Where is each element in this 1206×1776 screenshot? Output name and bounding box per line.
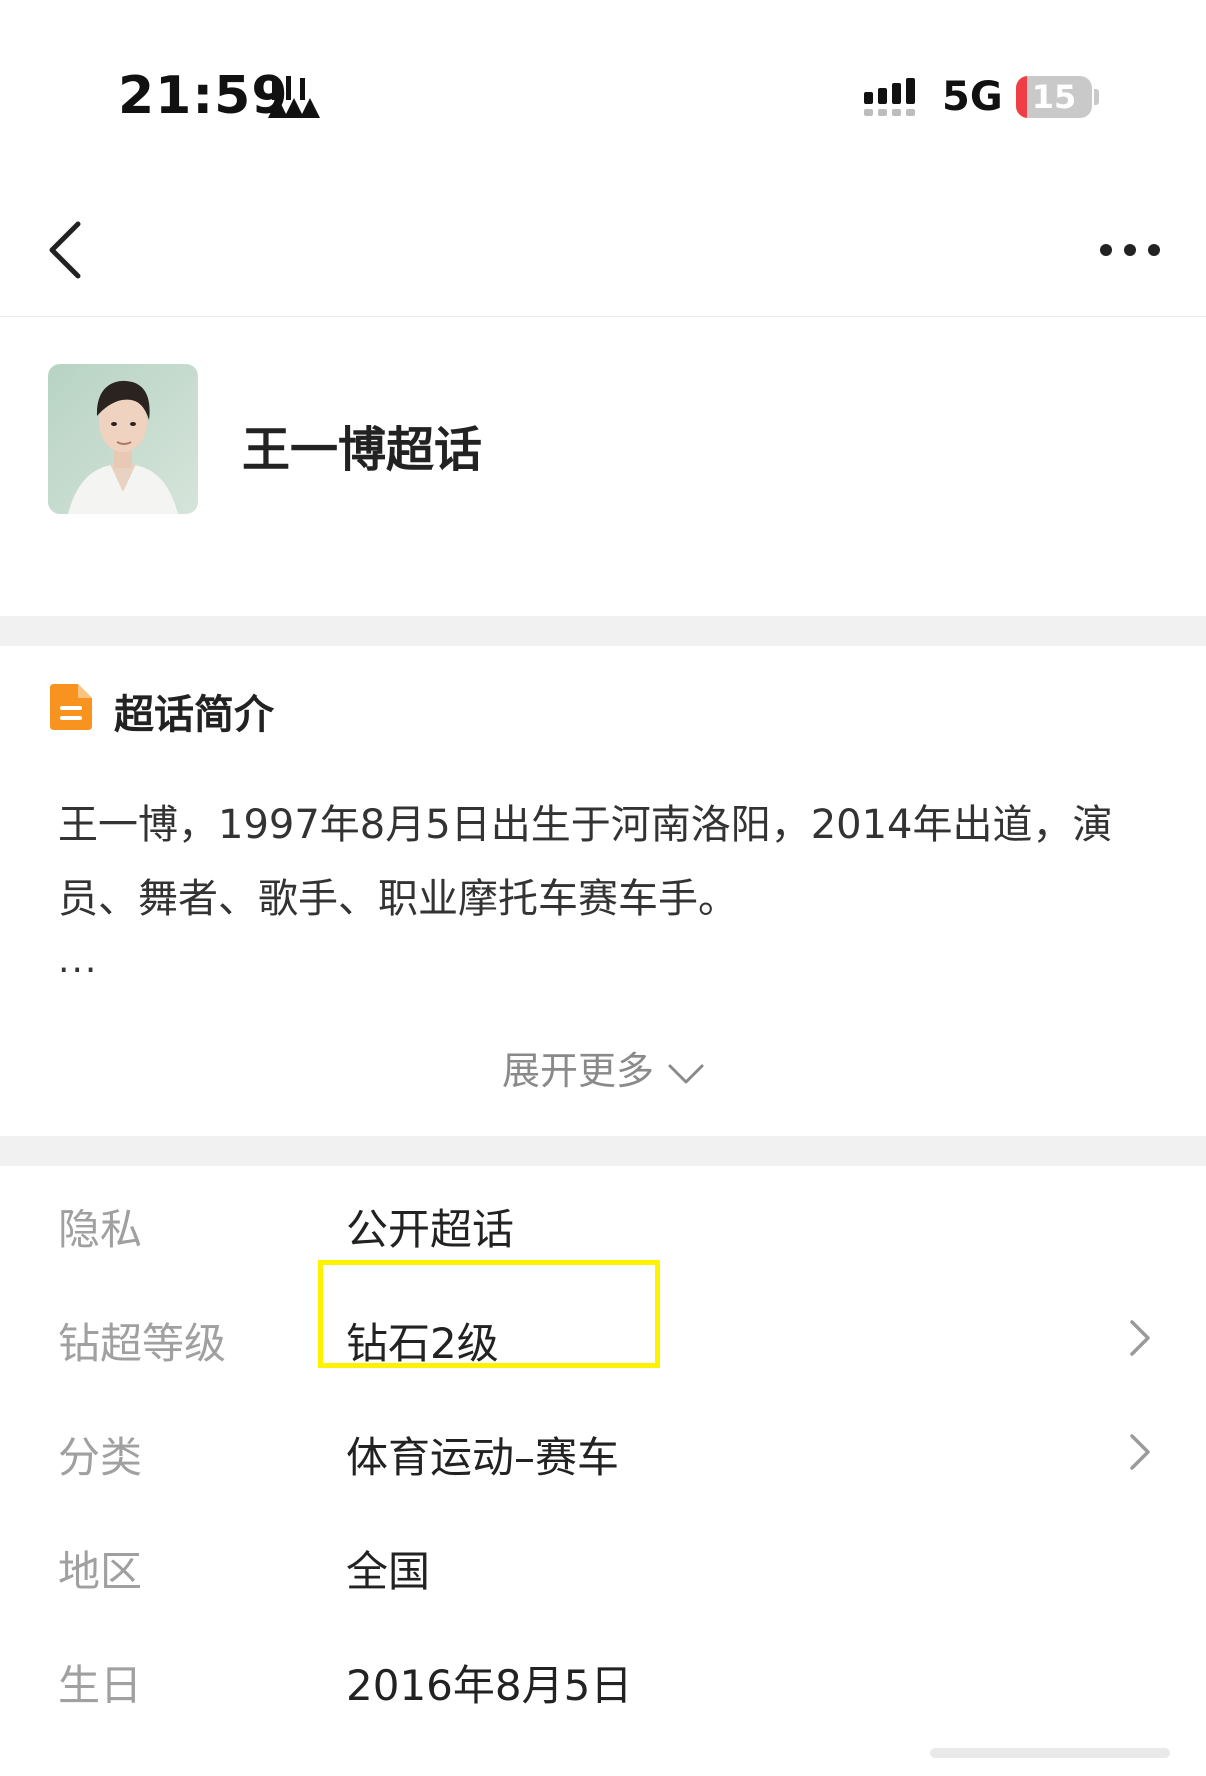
info-label: 隐私 xyxy=(58,1205,143,1254)
info-label: 钻超等级 xyxy=(58,1319,227,1368)
section-divider xyxy=(0,616,1206,646)
intro-ellipsis: ... xyxy=(58,940,99,981)
info-value: 全国 xyxy=(346,1547,431,1596)
info-label: 生日 xyxy=(58,1661,143,1710)
intro-heading: 超话简介 xyxy=(114,692,274,738)
nav-bar xyxy=(0,200,1206,317)
chevron-right-icon xyxy=(1130,1320,1150,1356)
info-row-birthday: 生日 2016年8月5日 xyxy=(0,1624,1206,1736)
status-bar: 21:59 5G 15 xyxy=(0,0,1206,200)
back-button[interactable] xyxy=(24,210,104,290)
info-value: 体育运动–赛车 xyxy=(346,1433,620,1482)
info-label: 分类 xyxy=(58,1433,143,1482)
chevron-left-icon xyxy=(49,221,81,279)
app-activity-icon xyxy=(268,76,320,118)
category-highlight-box xyxy=(318,1260,660,1368)
intro-section: 超话简介 王一博，1997年8月5日出生于河南洛阳，2014年出道，演员、舞者、… xyxy=(0,646,1206,1136)
topic-avatar[interactable] xyxy=(48,364,198,514)
network-type: 5G xyxy=(942,74,1003,120)
chevron-right-icon xyxy=(1130,1434,1150,1470)
status-time: 21:59 xyxy=(118,66,289,126)
section-divider xyxy=(0,1136,1206,1166)
intro-text: 王一博，1997年8月5日出生于河南洛阳，2014年出道，演员、舞者、歌手、职业… xyxy=(58,802,1113,922)
battery-percent: 15 xyxy=(1031,78,1077,116)
more-dots-icon xyxy=(1100,244,1160,256)
info-row-category[interactable]: 分类 体育运动–赛车 xyxy=(0,1396,1206,1508)
info-value: 公开超话 xyxy=(346,1205,515,1254)
info-row-region: 地区 全国 xyxy=(0,1510,1206,1622)
avatar-image xyxy=(48,364,198,514)
battery-cap xyxy=(1094,89,1099,105)
expand-more-button[interactable]: 展开更多 xyxy=(0,1040,1206,1095)
document-icon xyxy=(50,684,92,730)
more-button[interactable] xyxy=(1080,210,1180,290)
chevron-down-icon xyxy=(668,1064,704,1083)
info-value: 2016年8月5日 xyxy=(346,1661,633,1710)
signal-icon xyxy=(864,78,915,116)
home-indicator xyxy=(930,1748,1170,1758)
topic-header: 王一博超话 xyxy=(0,318,1206,616)
expand-more-label: 展开更多 xyxy=(501,1049,654,1093)
info-label: 地区 xyxy=(58,1547,143,1596)
topic-title: 王一博超话 xyxy=(242,422,483,478)
battery-icon: 15 xyxy=(1016,76,1092,118)
